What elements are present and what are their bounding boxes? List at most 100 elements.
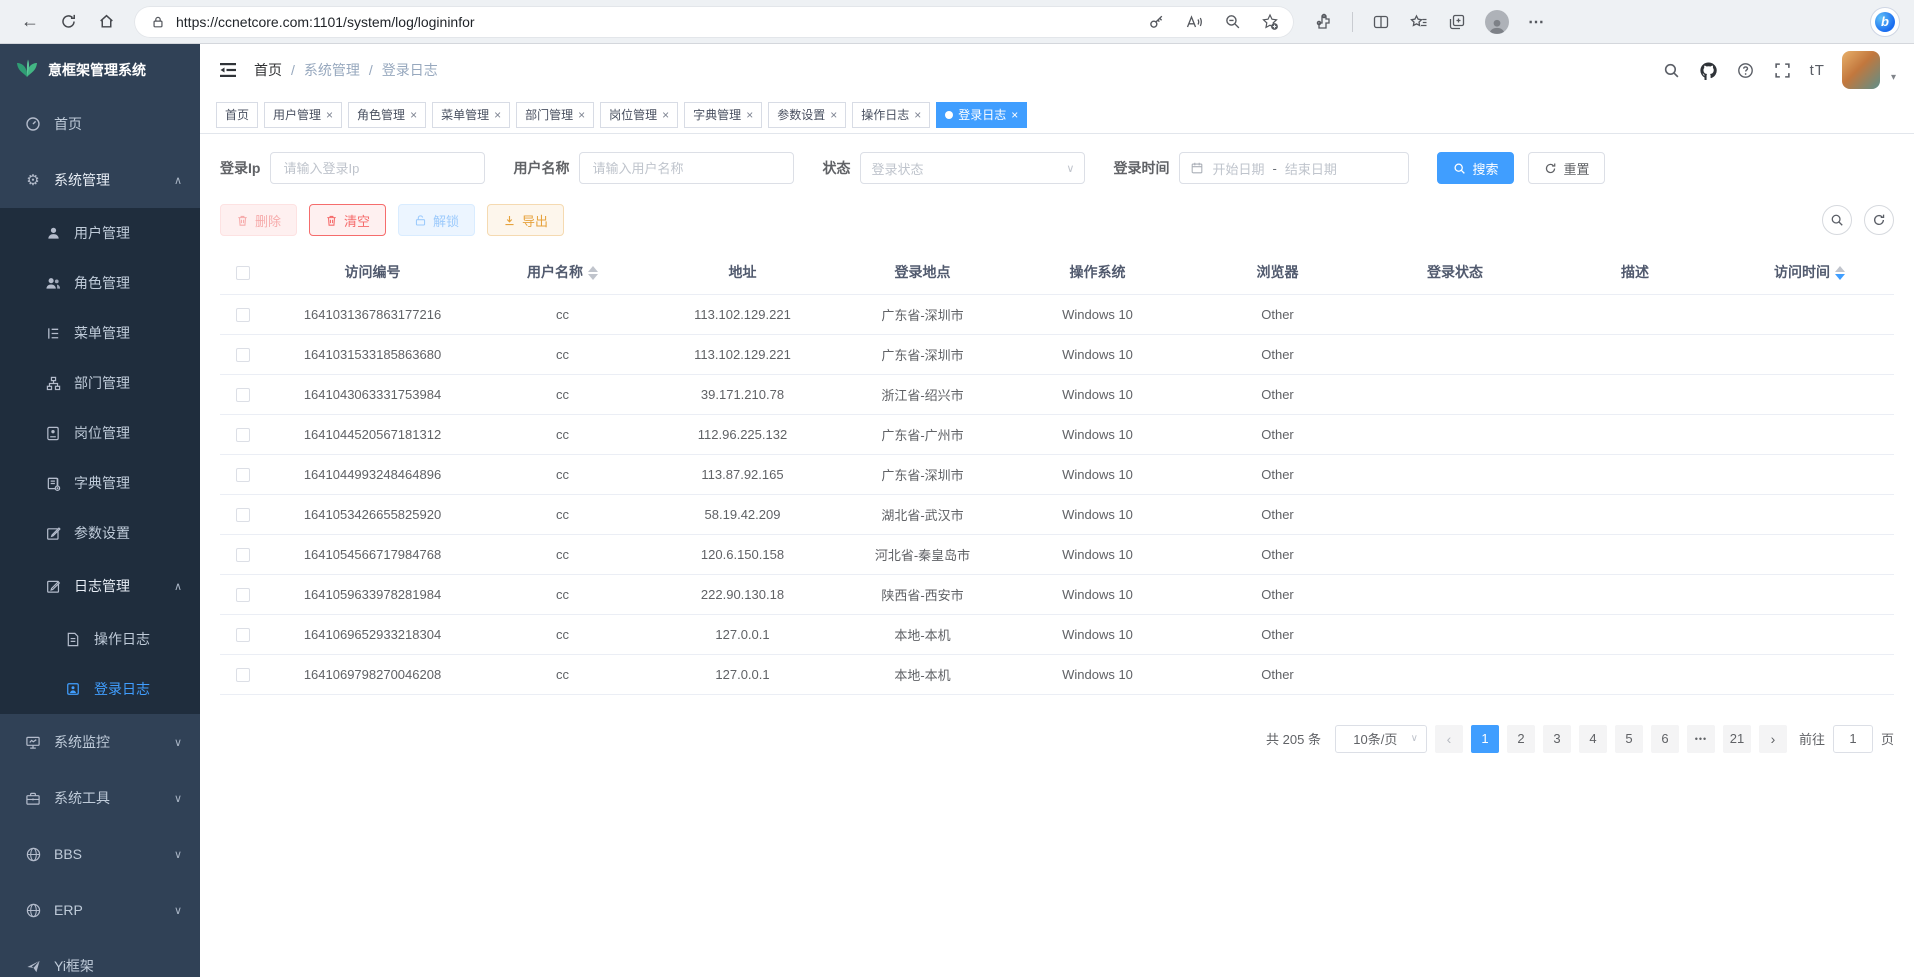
refresh-table-icon[interactable] [1864, 205, 1894, 235]
table-row[interactable]: 1641069798270046208cc 127.0.0.1本地-本机 Win… [220, 654, 1894, 694]
close-icon[interactable]: × [326, 108, 333, 122]
table-row[interactable]: 1641031367863177216cc 113.102.129.221广东省… [220, 294, 1894, 334]
page-button-5[interactable]: 5 [1615, 725, 1643, 753]
table-row[interactable]: 1641031533185863680cc 113.102.129.221广东省… [220, 334, 1894, 374]
collections-icon[interactable] [1447, 12, 1467, 32]
table-row[interactable]: 1641053426655825920cc 58.19.42.209湖北省-武汉… [220, 494, 1894, 534]
chevron-down-icon[interactable]: ▾ [1891, 72, 1896, 83]
row-checkbox[interactable] [236, 348, 250, 362]
sidebar-item-monitor[interactable]: 系统监控 ∨ [0, 714, 200, 770]
sidebar-item-bbs[interactable]: BBS ∨ [0, 826, 200, 882]
read-aloud-icon[interactable] [1184, 12, 1204, 32]
row-checkbox[interactable] [236, 508, 250, 522]
row-checkbox[interactable] [236, 668, 250, 682]
search-toggle-icon[interactable] [1822, 205, 1852, 235]
sidebar-item-departments[interactable]: 部门管理 [0, 358, 200, 408]
tab-login-log[interactable]: 登录日志× [936, 102, 1027, 128]
tab-users[interactable]: 用户管理× [264, 102, 342, 128]
sidebar-item-operation-log[interactable]: 操作日志 [0, 614, 200, 664]
column-address[interactable]: 地址 [645, 250, 840, 294]
zoom-out-icon[interactable] [1222, 12, 1242, 32]
font-size-icon[interactable]: tT [1810, 62, 1825, 79]
breadcrumb-item[interactable]: 系统管理 [304, 60, 360, 80]
page-button-21[interactable]: 21 [1723, 725, 1751, 753]
sidebar-item-menus[interactable]: 菜单管理 [0, 308, 200, 358]
username-input[interactable] [579, 152, 794, 184]
copilot-icon[interactable]: b [1870, 7, 1900, 37]
sort-icon[interactable] [1835, 266, 1845, 280]
table-row[interactable]: 1641059633978281984cc 222.90.130.18陕西省-西… [220, 574, 1894, 614]
close-icon[interactable]: × [830, 108, 837, 122]
column-login-status[interactable]: 登录状态 [1365, 250, 1545, 294]
export-button[interactable]: 导出 [487, 204, 564, 236]
sidebar-item-parameters[interactable]: 参数设置 [0, 508, 200, 558]
sidebar-item-dictionary[interactable]: 字典管理 [0, 458, 200, 508]
page-button-4[interactable]: 4 [1579, 725, 1607, 753]
close-icon[interactable]: × [662, 108, 669, 122]
tab-operation-log[interactable]: 操作日志× [852, 102, 930, 128]
status-select[interactable]: 登录状态 ∨ [860, 152, 1085, 184]
unlock-button[interactable]: 解锁 [398, 204, 475, 236]
close-icon[interactable]: × [1011, 108, 1018, 122]
column-description[interactable]: 描述 [1545, 250, 1725, 294]
sidebar-item-tools[interactable]: 系统工具 ∨ [0, 770, 200, 826]
column-browser[interactable]: 浏览器 [1190, 250, 1365, 294]
sidebar-item-home[interactable]: 首页 [0, 96, 200, 152]
search-button[interactable]: 搜索 [1437, 152, 1514, 184]
page-size-select[interactable]: 10条/页 ∨ [1335, 725, 1427, 753]
date-range-picker[interactable]: 开始日期 - 结束日期 [1179, 152, 1409, 184]
page-button-6[interactable]: 6 [1651, 725, 1679, 753]
sidebar-fold-icon[interactable] [218, 59, 240, 81]
page-button-1[interactable]: 1 [1471, 725, 1499, 753]
close-icon[interactable]: × [578, 108, 585, 122]
close-icon[interactable]: × [746, 108, 753, 122]
split-screen-icon[interactable] [1371, 12, 1391, 32]
back-icon[interactable]: ← [14, 6, 46, 38]
tab-posts[interactable]: 岗位管理× [600, 102, 678, 128]
more-icon[interactable]: ⋯ [1527, 12, 1547, 32]
tab-home[interactable]: 首页 [216, 102, 258, 128]
row-checkbox[interactable] [236, 428, 250, 442]
app-logo[interactable]: 意框架管理系统 [0, 44, 200, 96]
sidebar-item-erp[interactable]: ERP ∨ [0, 882, 200, 938]
tab-roles[interactable]: 角色管理× [348, 102, 426, 128]
row-checkbox[interactable] [236, 308, 250, 322]
tab-dictionary[interactable]: 字典管理× [684, 102, 762, 128]
column-location[interactable]: 登录地点 [840, 250, 1005, 294]
select-all-checkbox[interactable] [236, 266, 250, 280]
tab-parameters[interactable]: 参数设置× [768, 102, 846, 128]
row-checkbox[interactable] [236, 548, 250, 562]
page-button-2[interactable]: 2 [1507, 725, 1535, 753]
sidebar-item-roles[interactable]: 角色管理 [0, 258, 200, 308]
reset-button[interactable]: 重置 [1528, 152, 1605, 184]
close-icon[interactable]: × [410, 108, 417, 122]
prev-page-button[interactable]: ‹ [1435, 725, 1463, 753]
sidebar-item-login-log[interactable]: 登录日志 [0, 664, 200, 714]
favorites-icon[interactable] [1409, 12, 1429, 32]
profile-icon[interactable] [1485, 10, 1509, 34]
fullscreen-icon[interactable] [1773, 60, 1793, 80]
next-page-button[interactable]: › [1759, 725, 1787, 753]
row-checkbox[interactable] [236, 468, 250, 482]
close-icon[interactable]: × [914, 108, 921, 122]
github-icon[interactable] [1699, 60, 1719, 80]
table-row[interactable]: 1641044993248464896cc 113.87.92.165广东省-深… [220, 454, 1894, 494]
refresh-icon[interactable] [52, 6, 84, 38]
add-favorite-icon[interactable] [1260, 12, 1280, 32]
search-icon[interactable] [1662, 60, 1682, 80]
address-bar[interactable]: https://ccnetcore.com:1101/system/log/lo… [134, 6, 1294, 38]
page-button-3[interactable]: 3 [1543, 725, 1571, 753]
key-icon[interactable] [1146, 12, 1166, 32]
tab-departments[interactable]: 部门管理× [516, 102, 594, 128]
sidebar-item-users[interactable]: 用户管理 [0, 208, 200, 258]
delete-button[interactable]: 删除 [220, 204, 297, 236]
row-checkbox[interactable] [236, 628, 250, 642]
clear-button[interactable]: 清空 [309, 204, 386, 236]
row-checkbox[interactable] [236, 388, 250, 402]
ip-input[interactable] [270, 152, 485, 184]
column-visit-id[interactable]: 访问编号 [265, 250, 480, 294]
table-row[interactable]: 1641069652933218304cc 127.0.0.1本地-本机 Win… [220, 614, 1894, 654]
sidebar-item-system[interactable]: ⚙ 系统管理 ∧ [0, 152, 200, 208]
sidebar-item-posts[interactable]: 岗位管理 [0, 408, 200, 458]
sort-icon[interactable] [588, 266, 598, 280]
